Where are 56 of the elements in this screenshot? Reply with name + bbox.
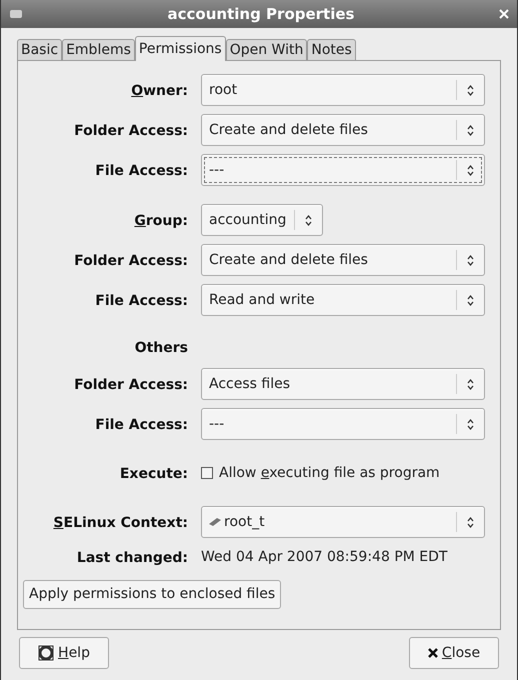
section-heading: Others <box>134 340 188 356</box>
field-label: Execute: <box>120 466 188 482</box>
dropdown-value: root <box>208 80 238 100</box>
up-down-arrows-icon <box>467 164 474 176</box>
lifebuoy-icon <box>38 645 54 661</box>
help-button[interactable]: Help <box>19 637 109 669</box>
field-label: Group: <box>134 213 188 229</box>
tab[interactable]: Emblems <box>62 39 135 60</box>
dropdown-value: accounting <box>208 210 288 230</box>
dropdown[interactable]: Read and write <box>201 284 485 316</box>
field-label: Owner: <box>131 83 188 99</box>
tab[interactable]: Permissions <box>134 36 226 61</box>
dropdown[interactable]: --- <box>201 408 485 440</box>
field-label: Folder Access: <box>74 253 188 269</box>
field-label: File Access: <box>95 417 188 433</box>
close-button[interactable]: Close <box>409 637 499 669</box>
close-icon <box>428 648 438 658</box>
dropdown-value: Create and delete files <box>208 120 369 140</box>
dropdown-value: Read and write <box>208 290 316 310</box>
dropdown-value: --- <box>208 160 226 180</box>
field-label: Folder Access: <box>74 377 188 393</box>
window-title: accounting Properties <box>166 4 356 25</box>
dropdown[interactable]: Access files <box>201 368 485 400</box>
up-down-arrows-icon <box>467 254 474 266</box>
up-down-arrows-icon <box>467 516 474 528</box>
dropdown[interactable]: root_t <box>201 506 485 538</box>
field-label: Folder Access: <box>74 123 188 139</box>
field-label: File Access: <box>95 293 188 309</box>
window-menu-icon[interactable] <box>9 9 23 19</box>
tab[interactable]: Basic <box>17 39 62 60</box>
dropdown-value: Create and delete files <box>208 250 369 270</box>
checkbox[interactable] <box>201 467 213 479</box>
field-label: Last changed: <box>76 550 188 566</box>
dropdown-value: --- <box>208 414 226 434</box>
up-down-arrows-icon <box>467 124 474 136</box>
dropdown[interactable]: accounting <box>201 204 324 236</box>
field-label: File Access: <box>95 163 188 179</box>
up-down-arrows-icon <box>467 294 474 306</box>
dropdown[interactable]: Create and delete files <box>201 244 485 276</box>
up-down-arrows-icon <box>467 418 474 430</box>
tab[interactable]: Open With <box>226 39 308 60</box>
pencil-icon <box>208 517 222 527</box>
field-label: SELinux Context: <box>53 515 188 531</box>
up-down-arrows-icon <box>305 214 312 226</box>
tab[interactable]: Notes <box>307 39 356 60</box>
dropdown-value: Access files <box>208 374 291 394</box>
dropdown[interactable]: Create and delete files <box>201 114 485 146</box>
up-down-arrows-icon <box>467 84 474 96</box>
dropdown-value: root_t <box>223 512 266 532</box>
up-down-arrows-icon <box>467 378 474 390</box>
last-changed-value: Wed 04 Apr 2007 08:59:48 PM EDT <box>201 548 448 566</box>
checkbox-label: Allow executing file as program <box>219 464 440 482</box>
dropdown[interactable]: --- <box>201 154 485 186</box>
close-icon[interactable] <box>499 9 509 19</box>
dropdown[interactable]: root <box>201 74 485 106</box>
apply-button[interactable]: Apply permissions to enclosed files <box>23 580 282 609</box>
